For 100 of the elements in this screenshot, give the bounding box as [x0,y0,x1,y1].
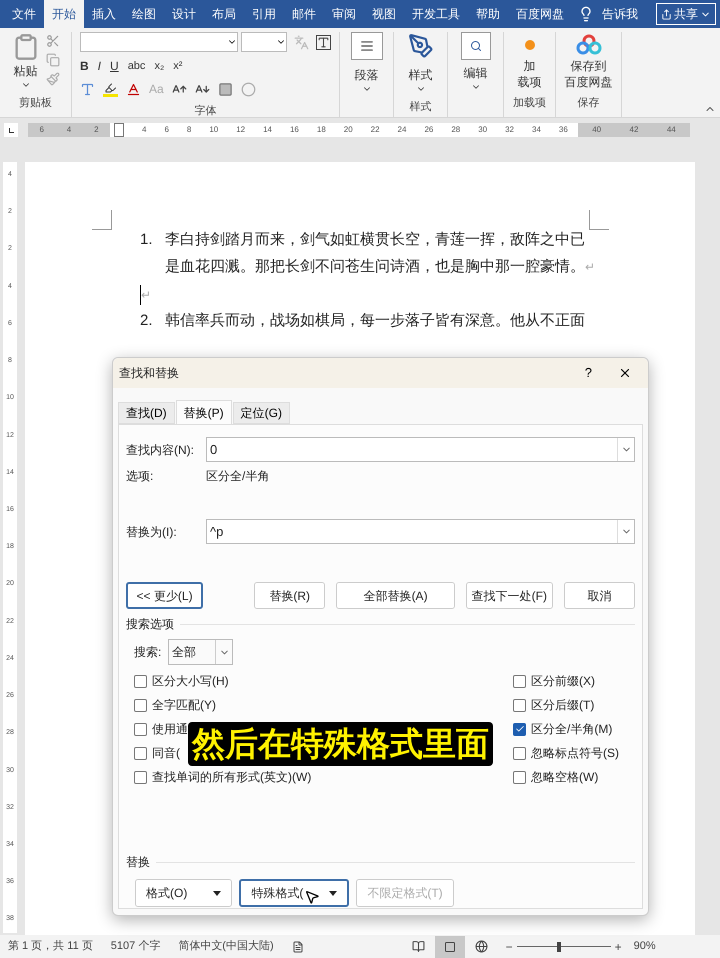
checkbox-label: 全字匹配(Y) [152,697,216,714]
ribbon-tab[interactable]: 布局 [204,0,244,28]
checkbox[interactable] [513,746,526,760]
text-effects-icon[interactable] [80,82,95,96]
search-direction-select[interactable]: 全部 [168,639,233,665]
format-button[interactable]: I [98,57,102,75]
crop-mark [589,210,609,230]
group-label: 加载项 [513,97,546,109]
checkbox[interactable] [513,674,526,688]
dialog-button[interactable]: 查找下一处(F) [466,582,553,609]
ruler-number: 44 [666,124,676,136]
ruler-number: 14 [263,124,272,136]
checkbox[interactable] [513,722,526,736]
group-label: 剪贴板 [19,97,52,109]
ribbon-tab[interactable]: 帮助 [468,0,508,28]
field-label: 查找内容(N): [126,442,195,458]
checkbox[interactable] [513,698,526,712]
checkbox-label: 使用通 [152,721,188,738]
checkbox-label: 忽略空格(W) [531,769,598,786]
zoom-thumb[interactable] [557,942,562,952]
addins-button[interactable]: 加 载项 [518,32,542,90]
group-label: 字体 [194,105,216,117]
share-button[interactable]: 共享 [656,3,716,25]
options-value: 区分全/半角 [206,468,270,485]
editing-button[interactable]: 编辑 [460,32,490,92]
check-icon [514,724,524,734]
print-layout-button[interactable] [434,936,465,958]
ribbon-tab[interactable]: 插入 [84,0,124,28]
page-icon [444,940,456,952]
dialog-button[interactable]: 取消 [564,582,635,609]
help-button[interactable]: ? [584,363,592,383]
ribbon-tab[interactable]: 审阅 [324,0,364,28]
checkbox[interactable] [134,746,147,760]
font-color-icon[interactable] [126,82,141,96]
find-input[interactable]: 0 [206,437,635,462]
zoom-slider[interactable] [516,942,611,952]
format-button[interactable]: U [110,57,119,75]
checkbox[interactable] [134,674,147,688]
paragraph-button[interactable]: 段落 [350,32,382,94]
format-button[interactable]: B [80,57,89,75]
font-name-field[interactable] [80,32,238,52]
ruler-number: 30 [478,124,488,136]
ribbon-tab[interactable]: 文件 [4,0,44,28]
group-label: 样式 [410,101,432,113]
styles-button[interactable]: 样式 [408,32,434,94]
proofing-icon[interactable] [292,940,304,952]
ruler-number: 16 [290,124,299,136]
paragraph-icon [350,32,382,60]
dialog-button[interactable]: 替换(R) [254,582,326,609]
checkbox[interactable] [134,698,147,712]
cut-icon[interactable] [46,34,60,48]
ribbon-tab[interactable]: 开始 [44,0,84,28]
zoom-in-button[interactable]: + [614,938,622,956]
ribbon-tab[interactable]: 邮件 [284,0,324,28]
font-size-field[interactable] [241,32,287,52]
ribbon-tab[interactable]: 百度网盘 [508,0,572,28]
checkbox-label: 查找单词的所有形式(英文)(W) [152,769,312,786]
tab-selector[interactable] [4,123,18,137]
dropdown-triangle-icon [213,890,222,896]
character-border-icon[interactable] [316,34,331,50]
format-button[interactable]: abc [128,58,146,74]
checkbox[interactable] [134,770,147,784]
replace-input[interactable]: ^p [206,519,635,544]
dialog-button[interactable]: 特殊格式( [239,879,350,907]
character-shading-icon[interactable] [218,82,233,96]
dialog-button[interactable]: 格式(O) [135,879,232,907]
search-icon [460,32,490,60]
highlighter-icon[interactable] [103,82,118,96]
ruler-number: 20 [344,124,353,136]
ruler-number: 26 [424,124,434,136]
group-label: 保存 [578,97,600,109]
ruler-number: 6 [164,124,169,136]
save-to-cloud-button[interactable]: 保存到 百度网盘 [564,32,612,90]
format-button[interactable]: x² [173,58,182,74]
list-number: 1. [140,230,154,250]
ribbon-tab[interactable]: 绘图 [124,0,164,28]
checkbox-label: 区分前缀(X) [531,673,595,690]
dropdown-triangle-icon [329,890,338,896]
paste-button[interactable]: 粘贴 [12,32,40,90]
checkbox[interactable] [134,722,147,736]
indent-marker[interactable] [114,123,124,137]
checkbox[interactable] [513,770,526,784]
paragraph-text: 韩信率兵而动，战场如棋局，每一步落子皆有深意。他从不正面 [165,311,586,331]
read-mode-icon[interactable] [412,940,425,953]
dialog-tab[interactable]: 定位(G) [232,402,290,424]
dialog-button[interactable]: 全部替换(A) [336,582,455,609]
checkbox-label: 忽略标点符号(S) [531,745,619,762]
zoom-out-button[interactable]: − [506,938,513,956]
dialog-tab[interactable]: 替换(P) [176,400,232,424]
web-layout-icon[interactable] [474,940,488,953]
paragraph-text: 李白持剑踏月而来，剑气如虹横贯长空，青莲一挥，敌阵之中已是血花四溅。那把长剑不问苍生问诗酒，也是胸中那一腔豪情。↵ [165,230,596,277]
ribbon-tab[interactable]: 设计 [164,0,204,28]
close-icon[interactable] [618,366,632,380]
ribbon-tab[interactable]: 开发工具 [404,0,468,28]
ribbon-tab[interactable]: 视图 [364,0,404,28]
dialog-button[interactable]: << 更少(L) [126,582,204,609]
format-button[interactable]: x₂ [154,58,164,74]
ribbon-tab[interactable]: 引用 [244,0,284,28]
dialog-tab[interactable]: 查找(D) [118,402,175,424]
tell-me-button[interactable]: 告诉我 [602,5,638,23]
